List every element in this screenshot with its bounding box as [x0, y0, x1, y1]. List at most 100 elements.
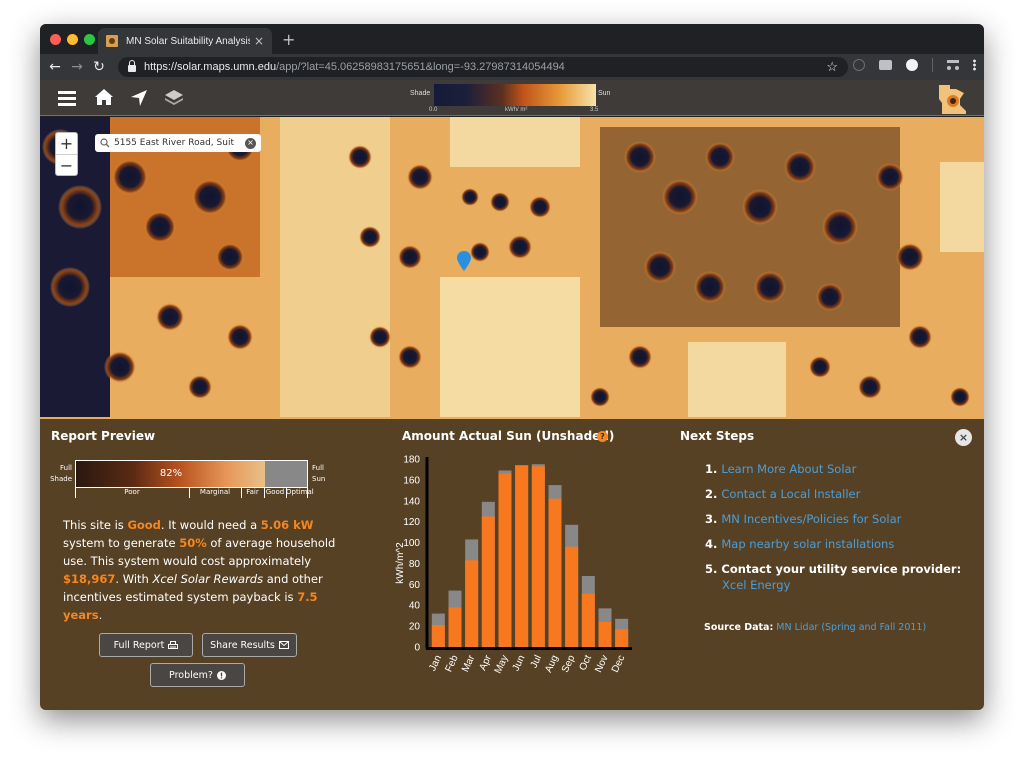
forward-button[interactable]: → [66, 56, 88, 78]
legend-unit: kWh/ m² [505, 107, 528, 113]
source-data-link[interactable]: MN Lidar (Spring and Fall 2011) [776, 622, 926, 633]
x-tick-label: Feb [443, 653, 460, 674]
clear-search-icon[interactable]: × [245, 137, 256, 149]
report-problem-button[interactable]: Problem? [150, 663, 245, 687]
system-size-value: 5.06 kW [260, 518, 314, 532]
summary-text: . [98, 608, 103, 622]
app-header: Shade Sun 0.0 kWh/ m² 3.5 [40, 80, 984, 116]
step-number: 2. [705, 487, 722, 501]
rating-label-marginal: Marginal [199, 488, 231, 496]
legend-shade-label: Shade [410, 90, 431, 97]
next-step-item: 3. MN Incentives/Policies for Solar [705, 507, 975, 532]
mn-solar-logo[interactable] [936, 83, 968, 115]
next-step-item: 2. Contact a Local Installer [705, 482, 975, 507]
next-step-link[interactable]: Contact a Local Installer [721, 487, 860, 501]
address-bar[interactable]: https://solar.maps.umn.edu/app/?lat=45.0… [118, 57, 848, 77]
browser-tab[interactable]: MN Solar Suitability Analysis A × [98, 28, 272, 54]
minimize-window-button[interactable] [67, 34, 78, 45]
bar-actual-sun-jan [431, 625, 445, 647]
close-panel-button[interactable]: × [955, 429, 972, 446]
info-extension-icon[interactable] [853, 59, 865, 71]
zoom-control: + − [55, 132, 78, 176]
search-icon [100, 138, 110, 148]
print-icon [168, 640, 179, 649]
y-tick-label: 140 [403, 496, 420, 507]
summary-text: system to generate [63, 536, 180, 550]
report-preview-title: Report Preview [51, 429, 156, 443]
layers-icon[interactable] [164, 88, 184, 108]
browser-window: MN Solar Suitability Analysis A × + ← → … [40, 24, 984, 710]
report-summary: This site is Good. It would need a 5.06 … [63, 516, 343, 624]
program-name: Xcel Solar Rewards [152, 572, 264, 586]
browser-menu-icon[interactable] [973, 59, 976, 71]
tab-close-icon[interactable]: × [254, 34, 264, 48]
next-step-item: 5. Contact your utility service provider… [705, 557, 975, 592]
home-icon[interactable] [94, 88, 114, 106]
bar-actual-sun-dec [615, 629, 629, 647]
chart-title: Amount Actual Sun (Unshaded) [402, 429, 615, 443]
y-tick-label: 0 [414, 643, 420, 654]
summary-text: This site is [63, 518, 128, 532]
bar-actual-sun-feb [448, 607, 462, 647]
zoom-in-button[interactable]: + [56, 133, 77, 154]
address-search: × [95, 134, 261, 152]
envelope-icon [278, 641, 289, 649]
full-report-button[interactable]: Full Report [99, 633, 193, 657]
extension-icons [853, 58, 976, 72]
location-pin-icon[interactable] [457, 251, 471, 271]
address-search-input[interactable] [114, 138, 245, 148]
step-number: 3. [705, 512, 722, 526]
rating-value: Good [127, 518, 161, 532]
x-tick-label: Aug [543, 654, 560, 675]
monthly-sun-chart: 020406080100120140160180kWh/m^2Jan Feb Mar… [395, 455, 632, 676]
next-step-link[interactable]: Learn More About Solar [721, 462, 856, 476]
summary-text: . With [115, 572, 153, 586]
reload-button[interactable]: ↻ [88, 56, 110, 78]
zoom-out-button[interactable]: − [56, 154, 77, 175]
next-step-link[interactable]: MN Incentives/Policies for Solar [721, 512, 901, 526]
legend-sun-label: Sun [598, 90, 611, 97]
bar-actual-sun-aug [548, 498, 562, 647]
share-results-button[interactable]: Share Results [202, 633, 297, 657]
full-report-label: Full Report [113, 639, 165, 651]
profile-avatar-icon[interactable] [906, 59, 918, 71]
y-tick-label: 80 [409, 559, 421, 570]
y-tick-label: 180 [403, 455, 420, 466]
locate-arrow-icon[interactable] [130, 89, 148, 107]
share-results-label: Share Results [210, 639, 275, 651]
bar-actual-sun-jun [515, 465, 529, 647]
suitability-rating: Full Shade 82% Full Sun Poor Marginal Fa… [48, 460, 338, 510]
bookmark-star-icon[interactable]: ☆ [826, 59, 838, 75]
legend-min-value: 0.0 [429, 107, 438, 113]
legend-color-ramp [434, 84, 596, 106]
step-number: 1. [705, 462, 722, 476]
full-sun-label: Full Sun [312, 464, 326, 483]
legend-max-value: 3.5 [590, 107, 599, 113]
camera-extension-icon[interactable] [879, 60, 892, 70]
incognito-icon[interactable] [947, 60, 959, 70]
menu-icon[interactable] [58, 91, 76, 106]
next-step-link[interactable]: Map nearby solar installations [721, 537, 894, 551]
utility-provider-link[interactable]: Xcel Energy [705, 578, 975, 592]
bar-actual-sun-oct [581, 593, 595, 647]
next-steps-list: 1. Learn More About Solar 2. Contact a Lo… [705, 457, 975, 592]
solar-map[interactable]: + − × Report Preview Full Shade 82% [40, 117, 984, 710]
x-tick-label: Jul [529, 654, 544, 670]
bar-actual-sun-nov [598, 621, 612, 647]
x-tick-label: Apr [478, 653, 495, 672]
close-window-button[interactable] [50, 34, 61, 45]
help-icon[interactable]: ? [597, 431, 608, 442]
x-tick-label: Jan [427, 654, 444, 673]
cost-value: $18,967 [63, 572, 116, 586]
rating-label-optimal: Optimal [286, 488, 314, 496]
x-tick-label: Jun [511, 654, 528, 673]
bar-actual-sun-sep [565, 546, 579, 647]
next-step-item: 4. Map nearby solar installations [705, 532, 975, 557]
step-number: 5. [705, 562, 722, 576]
maximize-window-button[interactable] [84, 34, 95, 45]
back-button[interactable]: ← [44, 56, 66, 78]
new-tab-button[interactable]: + [282, 30, 295, 49]
favicon-icon [106, 35, 118, 47]
tab-strip: MN Solar Suitability Analysis A × + [40, 24, 984, 54]
x-tick-label: May [493, 654, 511, 676]
